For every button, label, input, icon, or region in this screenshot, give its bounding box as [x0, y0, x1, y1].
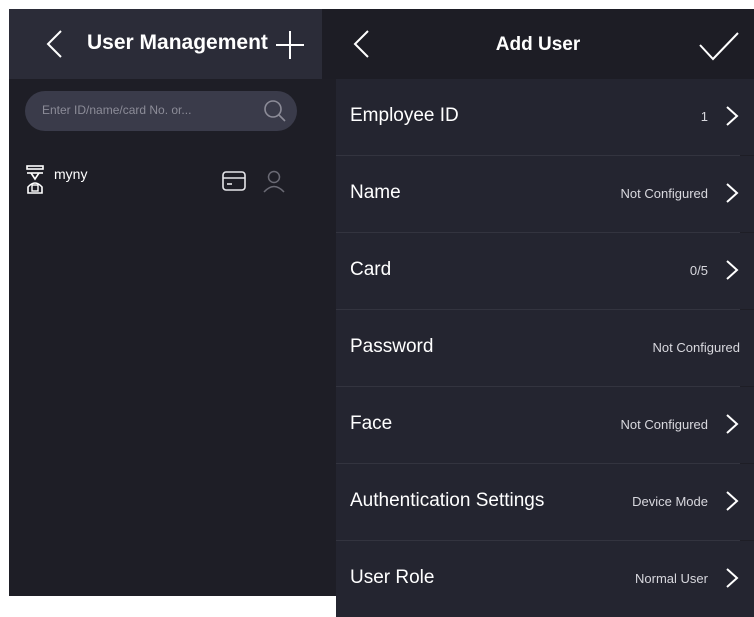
row-user-role[interactable]: User Role Normal User [336, 541, 754, 617]
search-icon[interactable] [263, 99, 287, 123]
page-title: Add User [495, 34, 581, 55]
row-card[interactable]: Card 0/5 [336, 233, 754, 309]
row-label: Card [350, 259, 392, 280]
user-management-header: User Management [9, 9, 322, 79]
page-title: User Management [87, 31, 268, 54]
chevron-right-icon [726, 414, 739, 434]
chevron-right-icon [726, 183, 739, 203]
user-management-panel: User Management Enter ID/name/card No. o… [9, 9, 322, 596]
row-label: Face [350, 413, 393, 434]
row-value: 0/5 [689, 263, 708, 278]
row-label: Authentication Settings [350, 490, 545, 511]
row-label: User Role [350, 567, 435, 588]
row-face[interactable]: Face Not Configured [336, 387, 754, 463]
row-label: Password [350, 336, 434, 357]
search-placeholder: Enter ID/name/card No. or... [42, 103, 192, 117]
row-name[interactable]: Name Not Configured [336, 156, 754, 232]
row-authentication-settings[interactable]: Authentication Settings Device Mode [336, 464, 754, 540]
row-value: Not Configured [620, 417, 708, 432]
row-label: Name [350, 182, 401, 203]
card-icon [222, 171, 246, 191]
plus-icon[interactable] [274, 29, 306, 61]
row-employee-id[interactable]: Employee ID 1 [336, 79, 754, 155]
device-screen: User Management Enter ID/name/card No. o… [9, 9, 754, 617]
row-label: Employee ID [350, 105, 459, 126]
chevron-right-icon [726, 106, 739, 126]
chevron-right-icon [726, 260, 739, 280]
search-input[interactable]: Enter ID/name/card No. or... [25, 91, 297, 131]
row-value: Device Mode [632, 494, 708, 509]
back-icon[interactable] [41, 29, 71, 59]
row-value: Not Configured [652, 340, 740, 355]
row-value: 1 [700, 109, 708, 124]
chevron-right-icon [726, 568, 739, 588]
add-user-panel: Add User Employee ID 1 Name Not Configur… [322, 9, 754, 617]
user-name: myny [54, 166, 88, 182]
user-list-item[interactable]: myny [9, 159, 322, 215]
row-value: Not Configured [620, 186, 708, 201]
user-icon [26, 165, 44, 194]
chevron-right-icon [726, 491, 739, 511]
checkmark-icon[interactable] [698, 31, 740, 61]
face-icon [263, 170, 285, 193]
add-user-header: Add User [322, 9, 754, 79]
row-password[interactable]: Password Not Configured [336, 310, 754, 386]
row-value: Normal User [635, 571, 708, 586]
